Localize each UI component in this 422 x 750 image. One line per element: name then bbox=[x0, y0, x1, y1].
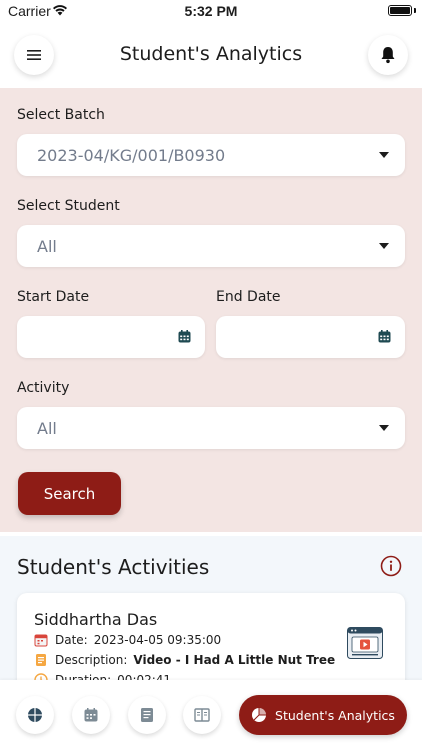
status-bar: Carrier 5:32 PM bbox=[0, 0, 422, 24]
video-icon bbox=[347, 627, 383, 659]
start-date-label: Start Date bbox=[17, 289, 90, 305]
report-icon bbox=[141, 708, 153, 722]
batch-select-value: 2023-04/KG/001/B0930 bbox=[37, 146, 226, 165]
activity-label: Activity bbox=[17, 380, 70, 396]
description-value: Video - I Had A Little Nut Tree bbox=[133, 653, 336, 667]
batch-select[interactable]: 2023-04/KG/001/B0930 bbox=[17, 134, 405, 176]
section-title: Student's Activities bbox=[17, 555, 210, 579]
filter-panel: Select Batch 2023-04/KG/001/B0930 Select… bbox=[0, 88, 422, 532]
activity-select[interactable]: All bbox=[17, 407, 405, 449]
info-icon[interactable] bbox=[380, 555, 402, 577]
chevron-down-icon bbox=[379, 243, 389, 249]
calendar-icon bbox=[34, 634, 48, 647]
date-key: Date: bbox=[55, 633, 88, 647]
nav-dashboard-button[interactable] bbox=[16, 696, 54, 734]
date-value: 2023-04-05 09:35:00 bbox=[93, 633, 222, 647]
dashboard-icon bbox=[28, 708, 42, 722]
pie-chart-icon bbox=[252, 708, 267, 722]
batch-label: Select Batch bbox=[17, 107, 105, 123]
chevron-down-icon bbox=[379, 425, 389, 431]
bell-icon bbox=[381, 47, 395, 64]
bottom-navigation: Student's Analytics bbox=[0, 680, 422, 750]
student-name: Siddhartha Das bbox=[34, 610, 158, 629]
chevron-down-icon bbox=[379, 152, 389, 158]
student-select-value: All bbox=[37, 237, 57, 256]
calendar-icon bbox=[378, 330, 391, 343]
student-select[interactable]: All bbox=[17, 225, 405, 267]
end-date-label: End Date bbox=[216, 289, 281, 305]
document-icon bbox=[36, 654, 46, 666]
nav-students-analytics-button[interactable]: Student's Analytics bbox=[239, 695, 407, 735]
end-date-field[interactable] bbox=[216, 316, 405, 358]
calendar-icon bbox=[178, 330, 191, 343]
activity-select-value: All bbox=[37, 419, 57, 438]
description-row: Description: Video - I Had A Little Nut … bbox=[34, 653, 335, 667]
search-button[interactable]: Search bbox=[18, 472, 121, 515]
nav-book-button[interactable] bbox=[183, 696, 221, 734]
app-header: Student's Analytics bbox=[0, 24, 422, 88]
nav-active-label: Student's Analytics bbox=[275, 707, 395, 723]
page-title: Student's Analytics bbox=[119, 43, 303, 65]
student-label: Select Student bbox=[17, 198, 120, 214]
start-date-field[interactable] bbox=[17, 316, 205, 358]
battery-icon bbox=[388, 5, 412, 16]
nav-report-button[interactable] bbox=[128, 696, 166, 734]
date-row: Date: 2023-04-05 09:35:00 bbox=[34, 633, 221, 647]
book-icon bbox=[194, 708, 210, 722]
calendar-icon bbox=[84, 708, 98, 722]
notifications-button[interactable] bbox=[368, 35, 408, 75]
clock: 5:32 PM bbox=[184, 3, 238, 19]
description-key: Description: bbox=[55, 653, 128, 667]
nav-calendar-button[interactable] bbox=[72, 696, 110, 734]
battery-tip bbox=[414, 8, 416, 13]
